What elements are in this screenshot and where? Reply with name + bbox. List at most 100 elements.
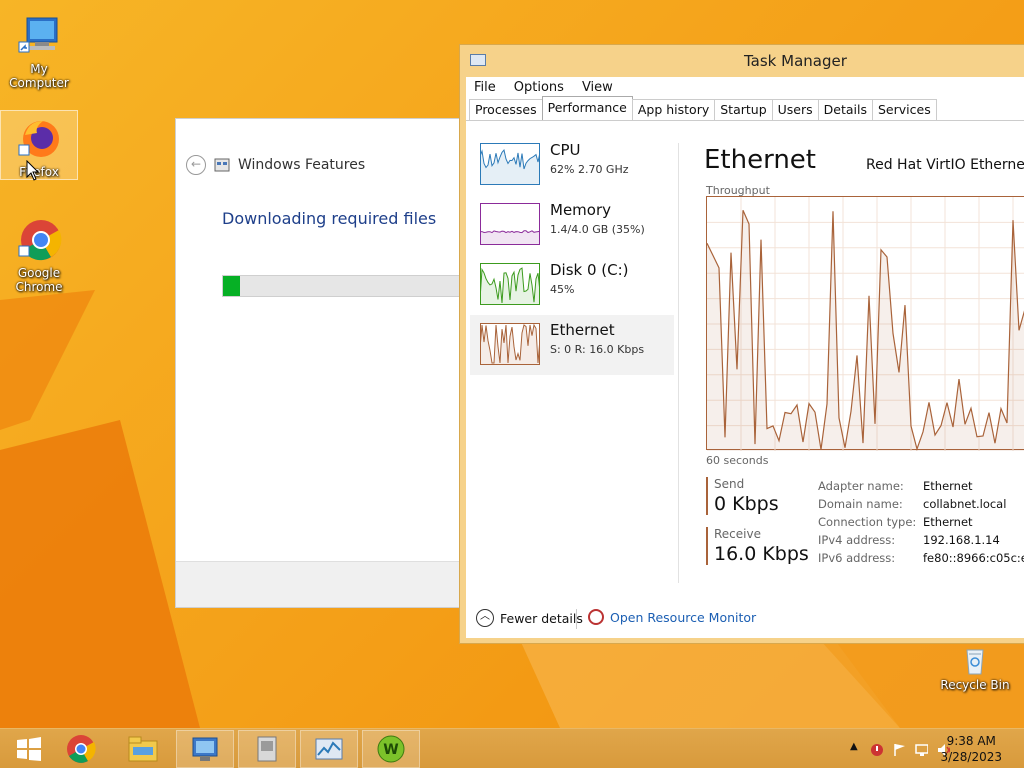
disk-mini-graph: [479, 263, 541, 305]
taskbar-w-app[interactable]: W: [362, 730, 420, 768]
system-tray: ▲ 9:38 AM 3/28/2023: [824, 729, 1024, 768]
window-title: Task Manager: [744, 52, 847, 70]
sidebar-item-detail: 1.4/4.0 GB (35%): [550, 223, 645, 236]
network-icon[interactable]: [914, 742, 928, 756]
dialog-footer: [176, 561, 474, 607]
taskbar-chrome[interactable]: [52, 730, 110, 768]
windows-features-icon: [214, 158, 230, 172]
ethernet-mini-graph: [479, 323, 541, 365]
action-center-flag-icon[interactable]: [892, 742, 906, 756]
desktop-icon-recycle-bin[interactable]: Recycle Bin: [936, 640, 1014, 692]
time-span-label: 60 seconds: [706, 454, 769, 467]
sidebar-item-name: CPU: [550, 141, 581, 159]
task-manager-window: Task Manager File Options View Processes…: [459, 44, 1024, 644]
clock-time: 9:38 AM: [946, 734, 996, 748]
desktop-icon-label: Recycle Bin: [940, 678, 1010, 692]
throughput-graph: [706, 196, 1024, 452]
taskbar: W ▲ 9:38 AM 3/28/2023: [0, 728, 1024, 768]
detail-heading: Ethernet: [704, 145, 816, 175]
menu-options[interactable]: Options: [514, 80, 564, 95]
adapter-details: Adapter name: Ethernet Domain name: collab…: [818, 477, 1024, 567]
desktop-icon-label: Google Chrome: [15, 266, 63, 294]
tab-app-history[interactable]: App history: [631, 99, 716, 120]
download-progress-bar: [222, 275, 472, 297]
fewer-details-label: Fewer details: [500, 610, 583, 626]
taskbar-task-manager[interactable]: [300, 730, 358, 768]
chevron-up-icon: ︿: [476, 609, 494, 627]
folder-icon: [128, 736, 158, 762]
menu-bar: File Options View: [466, 77, 1024, 97]
computer-icon: [15, 12, 63, 60]
tab-processes[interactable]: Processes: [469, 99, 543, 120]
firefox-icon: [15, 115, 63, 163]
desktop-icon-my-computer[interactable]: My Computer: [0, 8, 78, 90]
title-bar[interactable]: Task Manager: [460, 45, 1024, 75]
memory-mini-graph: [479, 203, 541, 245]
application-icon: [257, 736, 277, 762]
tab-strip: Processes Performance App history Startu…: [466, 96, 1024, 121]
send-value: 0 Kbps: [714, 493, 779, 515]
detail-row: Adapter name: Ethernet: [818, 479, 973, 493]
taskbar-file-explorer[interactable]: [114, 730, 172, 768]
start-button[interactable]: [0, 730, 58, 768]
sidebar-item-disk[interactable]: Disk 0 (C:) 45%: [470, 255, 674, 315]
tab-services[interactable]: Services: [872, 99, 937, 120]
clock[interactable]: 9:38 AM 3/28/2023: [940, 733, 1002, 765]
windows-logo-icon: [17, 737, 41, 761]
dialog-title: Windows Features: [238, 157, 366, 173]
sidebar-item-name: Memory: [550, 201, 612, 219]
sidebar-item-detail: 45%: [550, 283, 575, 296]
sidebar-item-ethernet[interactable]: Ethernet S: 0 R: 16.0 Kbps: [470, 315, 674, 375]
tab-startup[interactable]: Startup: [714, 99, 773, 120]
detail-row: Connection type: Ethernet: [818, 515, 973, 529]
chrome-icon: [15, 216, 63, 264]
detail-row: IPv4 address: 192.168.1.14: [818, 533, 1000, 547]
receive-stat: Receive 16.0 Kbps: [706, 527, 816, 565]
task-manager-footer: ︿ Fewer details Open Resource Monitor: [466, 601, 1024, 637]
desktop-icon-label: My Computer: [9, 62, 69, 90]
tab-performance[interactable]: Performance: [541, 96, 633, 120]
pane-divider: [678, 143, 679, 583]
taskbar-app[interactable]: [238, 730, 296, 768]
resource-monitor-label: Open Resource Monitor: [610, 609, 757, 625]
sidebar-item-memory[interactable]: Memory 1.4/4.0 GB (35%): [470, 195, 674, 255]
detail-row: IPv6 address:fe80::8966:c05c:e02d: [818, 551, 1024, 565]
taskbar-remote-desktop[interactable]: [176, 730, 234, 768]
send-stat: Send 0 Kbps: [706, 477, 816, 515]
show-hidden-icons-chevron-icon[interactable]: ▲: [850, 741, 864, 755]
ethernet-detail: Ethernet Red Hat VirtIO Ethernet Through…: [686, 121, 1024, 591]
resource-monitor-icon: [588, 609, 604, 625]
fewer-details-button[interactable]: ︿ Fewer details: [476, 609, 583, 627]
desktop: My Computer Firefox Google Chrome Recycl…: [0, 0, 1024, 728]
chrome-icon: [67, 735, 96, 763]
w-app-icon: W: [377, 735, 405, 763]
sidebar-item-name: Ethernet: [550, 321, 615, 339]
adapter-description: Red Hat VirtIO Ethernet: [866, 157, 1024, 173]
sidebar-item-cpu[interactable]: CPU 62% 2.70 GHz: [470, 135, 674, 195]
task-manager-icon: [315, 738, 343, 760]
tab-details[interactable]: Details: [817, 99, 873, 120]
desktop-icon-chrome[interactable]: Google Chrome: [0, 212, 78, 294]
menu-view[interactable]: View: [582, 80, 613, 95]
windows-features-dialog: ← Windows Features Downloading required …: [175, 118, 475, 608]
menu-file[interactable]: File: [474, 80, 496, 95]
recycle-bin-icon: [959, 644, 991, 676]
remote-desktop-icon: [192, 737, 218, 761]
tab-users[interactable]: Users: [771, 99, 819, 120]
cpu-mini-graph: [479, 143, 541, 185]
mouse-cursor-icon: [26, 160, 40, 181]
clock-date: 3/28/2023: [940, 750, 1002, 764]
task-manager-app-icon: [470, 54, 486, 66]
status-message: Downloading required files: [222, 209, 437, 228]
resource-list: CPU 62% 2.70 GHz Memory 1.4/4.0 GB (35%)…: [466, 121, 676, 591]
sidebar-item-detail: S: 0 R: 16.0 Kbps: [550, 343, 645, 356]
dialog-header: ← Windows Features: [186, 155, 365, 175]
back-arrow-icon[interactable]: ←: [186, 155, 206, 175]
open-resource-monitor-link[interactable]: Open Resource Monitor: [588, 609, 756, 625]
network-alert-icon[interactable]: [870, 742, 884, 756]
footer-divider: [576, 609, 577, 629]
performance-pane: CPU 62% 2.70 GHz Memory 1.4/4.0 GB (35%)…: [466, 121, 1024, 638]
send-label: Send: [714, 477, 745, 491]
receive-label: Receive: [714, 527, 761, 541]
sidebar-item-detail: 62% 2.70 GHz: [550, 163, 629, 176]
